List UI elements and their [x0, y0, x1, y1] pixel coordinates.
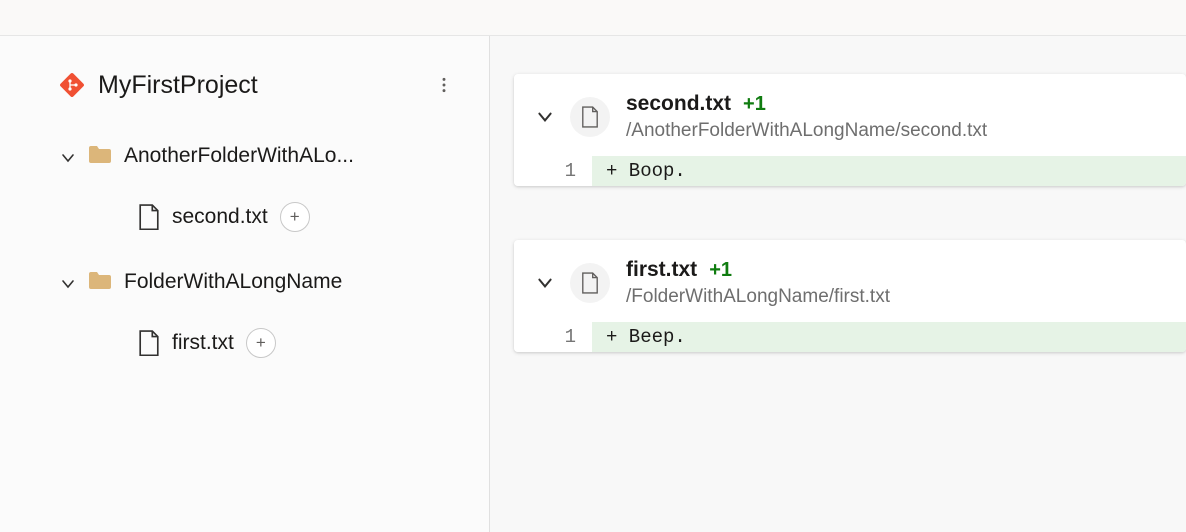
kebab-icon	[435, 76, 453, 94]
chevron-down-icon	[536, 108, 554, 126]
diff-line-number: 1	[514, 156, 592, 186]
diff-file-path: /FolderWithALongName/first.txt	[626, 286, 890, 308]
file-type-pill	[570, 263, 610, 303]
tree-folder-label: FolderWithALongName	[124, 270, 342, 294]
diff-file-path: /AnotherFolderWithALongName/second.txt	[626, 120, 987, 142]
chevron-down-icon	[536, 274, 554, 292]
diff-additions-count: +1	[709, 259, 732, 282]
tree-folder-row[interactable]: AnotherFolderWithALo...	[60, 134, 459, 178]
file-icon	[138, 204, 160, 230]
project-header: MyFirstProject	[60, 70, 459, 100]
main-layout: MyFirstProject AnotherFolderWithALo... s…	[0, 36, 1186, 532]
chevron-down-icon	[60, 274, 76, 290]
diff-body: 1 + Beep.	[514, 322, 1186, 352]
project-title: MyFirstProject	[98, 71, 415, 100]
add-file-button[interactable]: +	[246, 328, 276, 358]
chevron-down-icon	[60, 148, 76, 164]
file-tree-sidebar: MyFirstProject AnotherFolderWithALo... s…	[0, 36, 490, 532]
tree-file-row[interactable]: second.txt +	[60, 192, 459, 242]
diff-added-line: + Boop.	[592, 156, 1186, 186]
diff-body: 1 + Boop.	[514, 156, 1186, 186]
file-icon	[138, 330, 160, 356]
diff-card-header[interactable]: second.txt +1 /AnotherFolderWithALongNam…	[514, 74, 1186, 156]
tree-folder-row[interactable]: FolderWithALongName	[60, 260, 459, 304]
diff-file-name: first.txt	[626, 258, 697, 282]
tree-folder-label: AnotherFolderWithALo...	[124, 144, 354, 168]
tree-file-label: second.txt	[172, 205, 268, 229]
file-type-pill	[570, 97, 610, 137]
plus-icon: +	[290, 207, 300, 227]
project-more-button[interactable]	[429, 70, 459, 100]
plus-icon: +	[256, 333, 266, 353]
diff-file-meta: second.txt +1 /AnotherFolderWithALongNam…	[626, 92, 987, 142]
diff-file-meta: first.txt +1 /FolderWithALongName/first.…	[626, 258, 890, 308]
folder-icon	[88, 144, 112, 168]
folder-icon	[88, 270, 112, 294]
add-file-button[interactable]: +	[280, 202, 310, 232]
tree-file-label: first.txt	[172, 331, 234, 355]
diff-card: second.txt +1 /AnotherFolderWithALongNam…	[514, 74, 1186, 186]
diff-file-name: second.txt	[626, 92, 731, 116]
file-icon	[581, 106, 599, 128]
tree-file-row[interactable]: first.txt +	[60, 318, 459, 368]
diff-additions-count: +1	[743, 93, 766, 116]
diff-card-header[interactable]: first.txt +1 /FolderWithALongName/first.…	[514, 240, 1186, 322]
git-repo-icon	[60, 73, 84, 97]
diff-card: first.txt +1 /FolderWithALongName/first.…	[514, 240, 1186, 352]
file-icon	[581, 272, 599, 294]
diff-added-line: + Beep.	[592, 322, 1186, 352]
diff-panel: second.txt +1 /AnotherFolderWithALongNam…	[490, 36, 1186, 532]
top-toolbar	[0, 0, 1186, 36]
diff-line-number: 1	[514, 322, 592, 352]
